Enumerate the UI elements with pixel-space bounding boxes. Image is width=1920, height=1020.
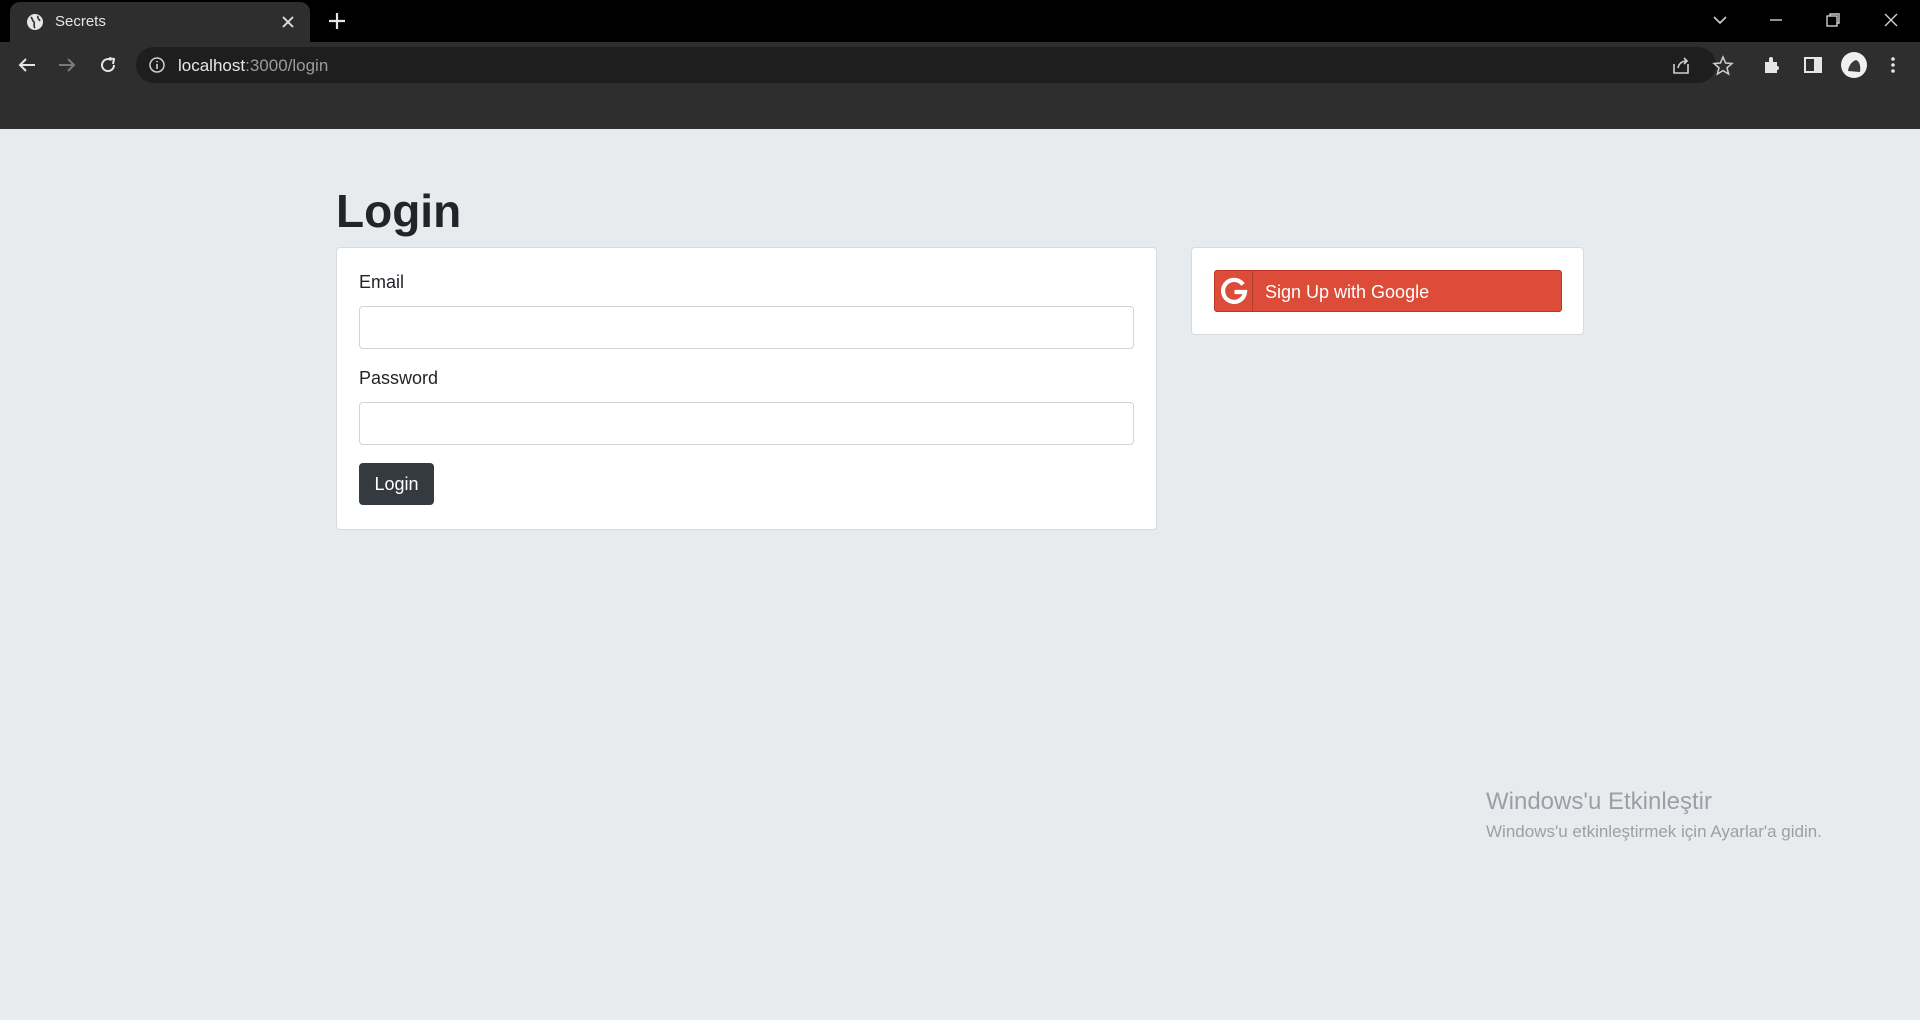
new-tab-icon[interactable] [325, 9, 349, 33]
google-signup-label: Sign Up with Google [1265, 282, 1430, 302]
browser-toolbar: localhost:3000/login [0, 42, 1920, 88]
email-label: Email [359, 272, 405, 292]
google-icon [1221, 277, 1248, 304]
side-panel-icon[interactable] [1801, 53, 1825, 77]
url-host: localhost [178, 56, 246, 75]
site-info-icon[interactable] [148, 56, 166, 74]
social-login-card: Sign Up with Google [1191, 247, 1584, 335]
google-icon-box [1215, 271, 1253, 311]
address-bar[interactable]: localhost:3000/login [136, 47, 1716, 83]
browser-menu-icon[interactable] [1881, 53, 1905, 77]
tab-search-icon[interactable] [1708, 8, 1732, 32]
browser-tab-active[interactable]: Secrets [10, 2, 310, 42]
minimize-icon[interactable] [1764, 8, 1788, 32]
reload-icon[interactable] [96, 53, 120, 77]
password-field[interactable] [359, 402, 1134, 445]
page-content: Login Email Password Login Sign Up with … [0, 129, 1920, 1020]
tab-title: Secrets [55, 13, 106, 30]
page-title: Login [336, 185, 462, 237]
url-text: localhost:3000/login [178, 56, 328, 76]
globe-icon [27, 14, 43, 30]
profile-avatar-icon[interactable] [1840, 51, 1868, 79]
close-window-icon[interactable] [1879, 8, 1903, 32]
login-button[interactable]: Login [359, 463, 434, 505]
watermark-subtitle: Windows'u etkinleştirmek için Ayarlar'a … [1486, 822, 1822, 841]
windows-activation-watermark: Windows'u Etkinleştir Windows'u etkinleş… [1486, 788, 1822, 842]
extensions-icon[interactable] [1760, 53, 1784, 77]
bookmark-star-icon[interactable] [1712, 55, 1734, 77]
password-label: Password [359, 368, 439, 388]
close-tab-icon[interactable] [278, 12, 298, 32]
browser-titlebar: Secrets [0, 0, 1920, 42]
back-icon[interactable] [15, 53, 39, 77]
forward-icon[interactable] [55, 53, 79, 77]
bookmarks-bar [0, 88, 1920, 129]
watermark-title: Windows'u Etkinleştir [1486, 788, 1712, 815]
login-card: Email Password Login [336, 247, 1157, 530]
share-icon[interactable] [1670, 55, 1692, 77]
google-signup-button[interactable]: Sign Up with Google [1214, 270, 1562, 312]
email-field[interactable] [359, 306, 1134, 349]
restore-icon[interactable] [1821, 8, 1845, 32]
url-path: :3000/login [245, 56, 329, 75]
